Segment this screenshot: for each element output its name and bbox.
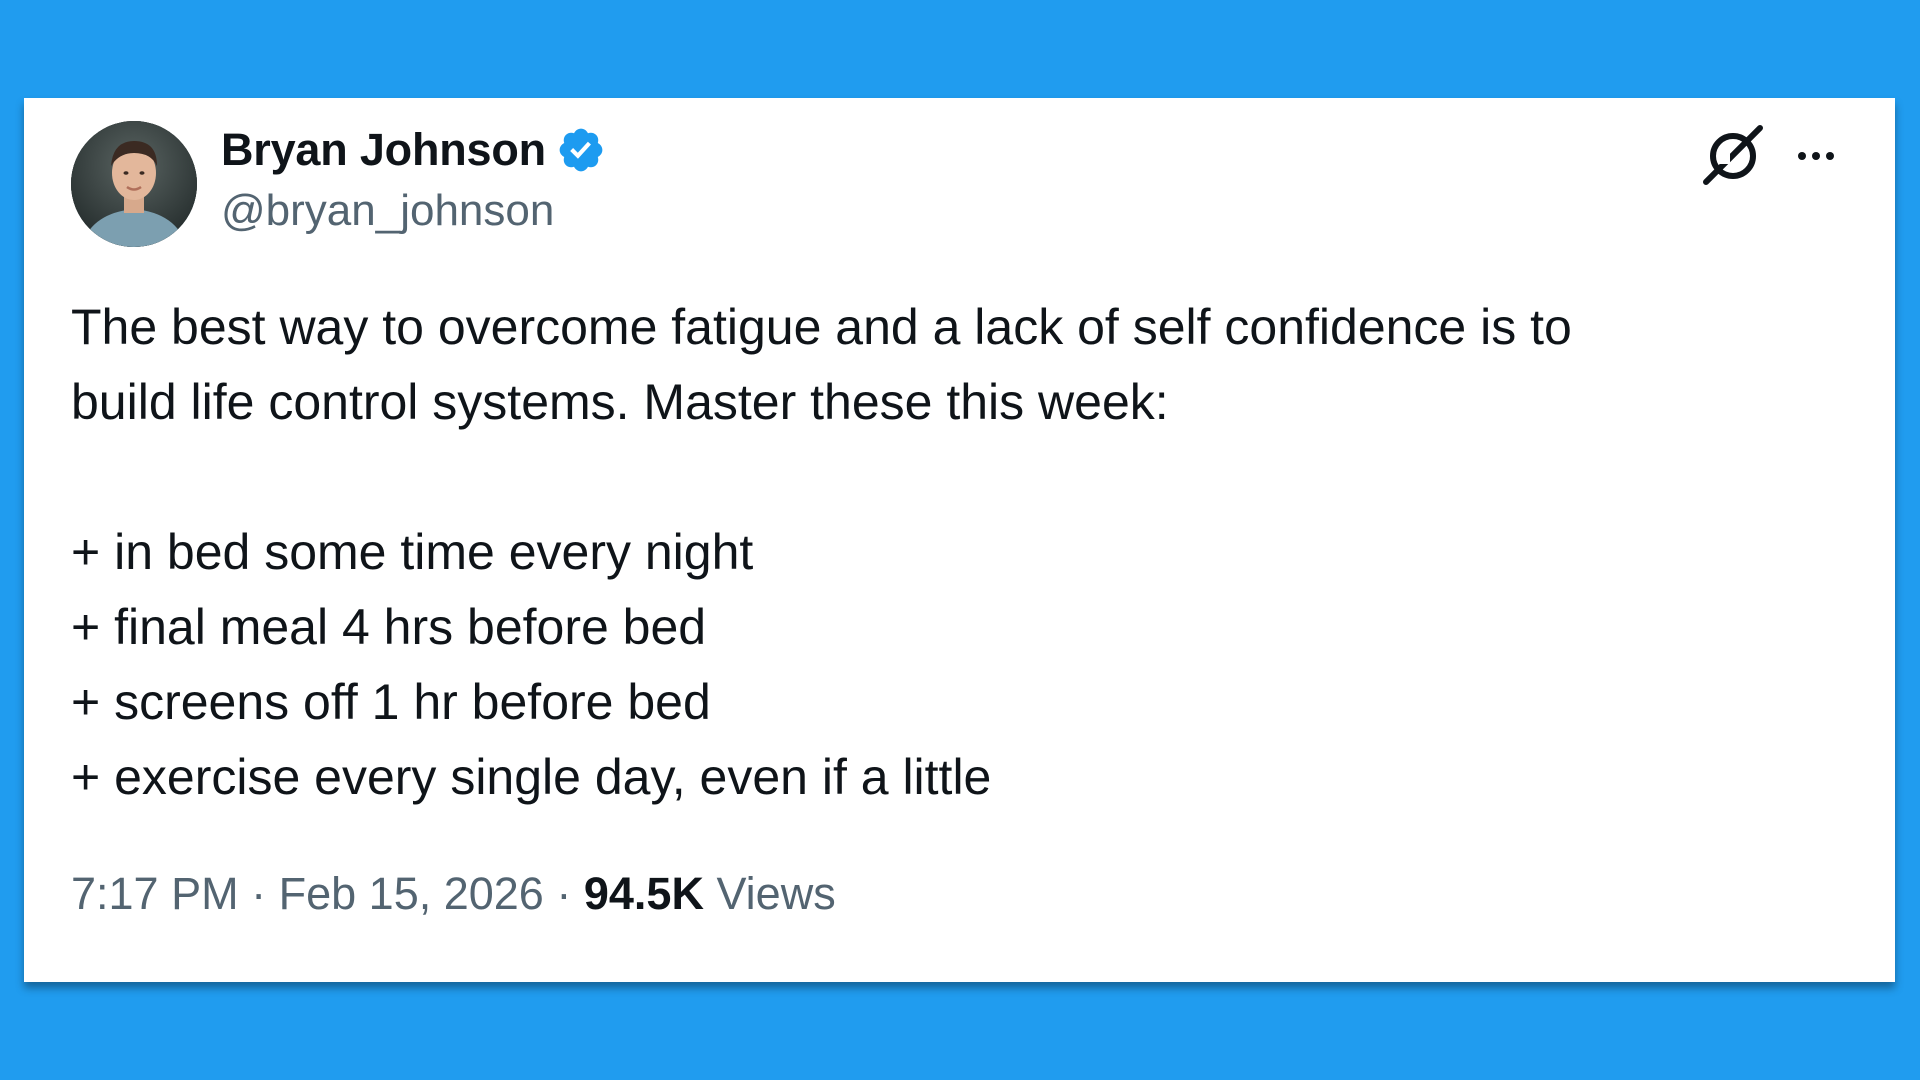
tweet-list-item: + screens off 1 hr before bed (71, 674, 711, 730)
dot-icon (1812, 152, 1820, 160)
verified-badge-icon (556, 125, 606, 175)
tweet-card: Bryan Johnson @bryan_johnson The best wa (24, 98, 1895, 982)
grok-icon[interactable] (1698, 120, 1768, 190)
dot-icon (1826, 152, 1834, 160)
views-count: 94.5K (583, 868, 704, 919)
tweet-time[interactable]: 7:17 PM (71, 868, 239, 919)
tweet-list-item: + exercise every single day, even if a l… (71, 749, 992, 805)
tweet-meta: 7:17 PM · Feb 15, 2026 · 94.5K Views (71, 868, 836, 920)
tweet-date[interactable]: Feb 15, 2026 (279, 868, 544, 919)
tweet-intro-line: The best way to overcome fatigue and a l… (71, 299, 1572, 355)
tweet-intro-line: build life control systems. Master these… (71, 374, 1169, 430)
dot-icon (1798, 152, 1806, 160)
author-name-row: Bryan Johnson (221, 120, 606, 180)
tweet-text: The best way to overcome fatigue and a l… (71, 290, 1831, 815)
meta-separator: · (251, 868, 267, 919)
tweet-list-item: + final meal 4 hrs before bed (71, 599, 707, 655)
author-display-name[interactable]: Bryan Johnson (221, 124, 546, 176)
page-background: Bryan Johnson @bryan_johnson The best wa (0, 0, 1920, 1080)
more-options-icon[interactable] (1786, 138, 1846, 174)
author-handle[interactable]: @bryan_johnson (221, 186, 554, 236)
meta-separator: · (556, 868, 572, 919)
views-label: Views (716, 868, 836, 919)
avatar[interactable] (71, 121, 197, 247)
tweet-list-item: + in bed some time every night (71, 524, 754, 580)
